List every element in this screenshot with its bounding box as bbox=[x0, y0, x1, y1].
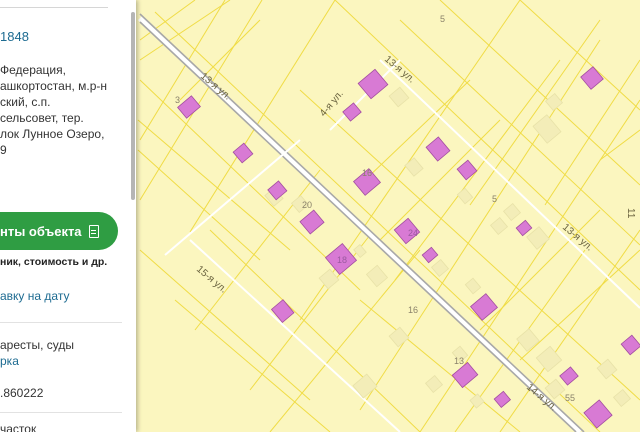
check-link[interactable]: рка bbox=[0, 354, 19, 368]
parcel-number: 3 bbox=[175, 95, 180, 105]
phone-text: .860222 bbox=[0, 386, 44, 400]
bottom-text: часток bbox=[0, 422, 37, 432]
parcel-number: 13 bbox=[454, 356, 464, 366]
address-line: лок Лунное Озеро, bbox=[0, 127, 105, 141]
parcel-number: 55 bbox=[565, 393, 575, 403]
parcel-number: 20 bbox=[302, 200, 312, 210]
parcel-number: 24 bbox=[408, 228, 418, 238]
parcel-number: 5 bbox=[492, 194, 497, 204]
divider bbox=[0, 412, 122, 413]
panel-top-divider bbox=[0, 0, 108, 8]
object-address: Федерация, ашкортостан, м.р-н ский, с.п.… bbox=[0, 62, 134, 158]
parcel-number: 16 bbox=[408, 305, 418, 315]
parcel-number: 5 bbox=[440, 14, 445, 24]
parcel-number: 16 bbox=[362, 168, 372, 178]
address-line: 9 bbox=[0, 143, 7, 157]
cadastral-number-link[interactable]: 1848 bbox=[0, 29, 29, 44]
parcel-number: 18 bbox=[337, 255, 347, 265]
object-documents-button[interactable]: нты объекта bbox=[0, 212, 118, 250]
document-icon bbox=[88, 224, 99, 238]
documents-subtitle: ник, стоимость и др. bbox=[0, 256, 108, 268]
address-line: сельсовет, тер. bbox=[0, 111, 84, 125]
panel-scrollbar[interactable] bbox=[131, 12, 135, 200]
parcel-number: 11 bbox=[625, 208, 636, 219]
address-line: Федерация, bbox=[0, 63, 66, 77]
date-request-link[interactable]: авку на дату bbox=[0, 289, 69, 303]
address-line: ский, с.п. bbox=[0, 95, 51, 109]
object-info-panel: 1848 Федерация, ашкортостан, м.р-н ский,… bbox=[0, 0, 136, 432]
arrests-courts-text: аресты, суды bbox=[0, 338, 75, 352]
divider bbox=[0, 322, 122, 323]
address-line: ашкортостан, м.р-н bbox=[0, 79, 108, 93]
documents-button-label: нты объекта bbox=[0, 223, 82, 239]
